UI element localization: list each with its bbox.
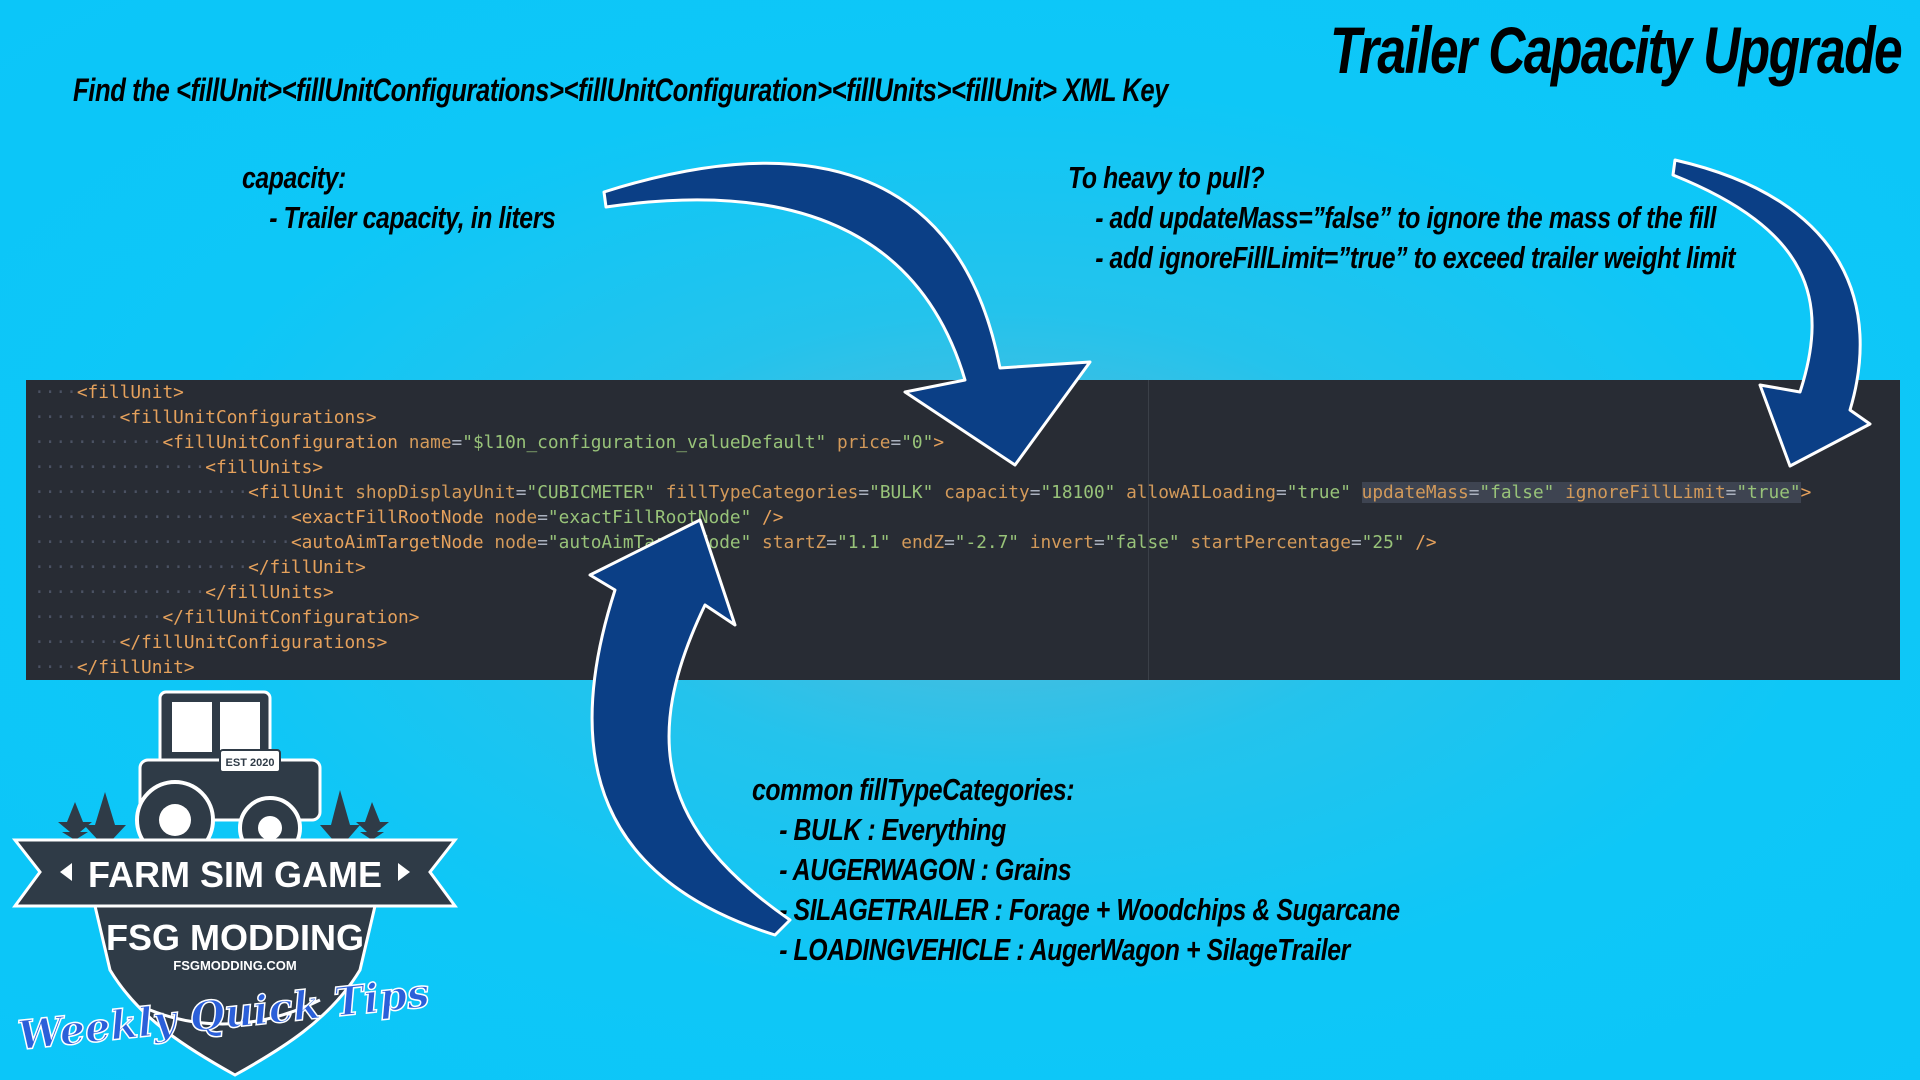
code-line-11: ········</fillUnitConfigurations> xyxy=(34,632,388,653)
logo-banner-text: FARM SIM GAME xyxy=(88,854,382,895)
code-line-2: ········<fillUnitConfigurations> xyxy=(34,407,377,428)
heavy-line-update-mass: - add updateMass=”false” to ignore the m… xyxy=(1095,200,1717,235)
code-line-1: ····<fillUnit> xyxy=(34,382,184,403)
logo-name: FSG MODDING xyxy=(106,917,364,958)
category-augerwagon: - AUGERWAGON : Grains xyxy=(779,852,1072,887)
tractor-icon: EST 2020 xyxy=(135,690,322,860)
code-line-4: ················<fillUnits> xyxy=(34,457,324,478)
heavy-line-ignore-fill-limit: - add ignoreFillLimit=”true” to exceed t… xyxy=(1095,240,1736,275)
categories-note: common fillTypeCategories: - BULK : Ever… xyxy=(752,770,1400,970)
category-bulk: - BULK : Everything xyxy=(779,812,1006,847)
code-line-3: ············<fillUnitConfiguration name=… xyxy=(34,432,945,453)
capacity-note: capacity: - Trailer capacity, in liters xyxy=(242,158,556,238)
code-line-7: ························<autoAimTargetNo… xyxy=(34,532,1437,553)
heavy-heading: To heavy to pull? xyxy=(1068,160,1265,195)
logo-badge: EST 2020 xyxy=(226,757,275,769)
logo-banner: FARM SIM GAME xyxy=(11,838,459,908)
code-line-8: ····················</fillUnit> xyxy=(34,557,366,578)
code-line-6: ························<exactFillRootNo… xyxy=(34,507,784,528)
fsg-logo: EST 2020 FARM SIM GAME FSG MODDING FSGMO… xyxy=(11,690,459,1077)
page-title: Trailer Capacity Upgrade xyxy=(1330,13,1903,87)
code-line-10: ············</fillUnitConfiguration> xyxy=(34,607,420,628)
logo-url: FSGMODDING.COM xyxy=(173,958,297,973)
code-line-9: ················</fillUnits> xyxy=(34,582,334,603)
categories-heading: common fillTypeCategories: xyxy=(752,772,1075,807)
heavy-note: To heavy to pull? - add updateMass=”fals… xyxy=(1068,158,1736,278)
code-line-12: ····</fillUnit> xyxy=(34,657,195,678)
category-silagetrailer: - SILAGETRAILER : Forage + Woodchips & S… xyxy=(779,892,1400,927)
code-editor: ····<fillUnit> ········<fillUnitConfigur… xyxy=(26,380,1900,680)
capacity-line: - Trailer capacity, in liters xyxy=(269,200,556,235)
code-line-5: ····················<fillUnit shopDispla… xyxy=(34,482,1812,503)
category-loadingvehicle: - LOADINGVEHICLE : AugerWagon + SilageTr… xyxy=(779,932,1350,967)
intro-text: Find the <fillUnit><fillUnitConfiguratio… xyxy=(73,72,1169,108)
capacity-heading: capacity: xyxy=(242,160,346,195)
